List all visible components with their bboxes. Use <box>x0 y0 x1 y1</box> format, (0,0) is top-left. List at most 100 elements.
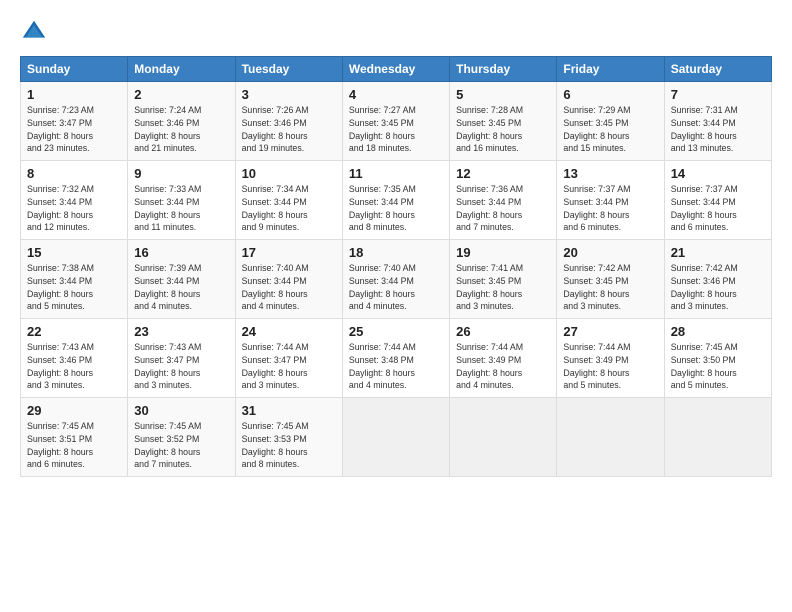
day-number: 2 <box>134 87 228 102</box>
day-info: Sunrise: 7:35 AMSunset: 3:44 PMDaylight:… <box>349 183 443 234</box>
calendar-day-cell: 7 Sunrise: 7:31 AMSunset: 3:44 PMDaylight… <box>664 82 771 161</box>
calendar-day-cell: 19 Sunrise: 7:41 AMSunset: 3:45 PMDayligh… <box>450 240 557 319</box>
day-info: Sunrise: 7:44 AMSunset: 3:48 PMDaylight:… <box>349 341 443 392</box>
day-info: Sunrise: 7:36 AMSunset: 3:44 PMDaylight:… <box>456 183 550 234</box>
day-number: 4 <box>349 87 443 102</box>
day-info: Sunrise: 7:44 AMSunset: 3:47 PMDaylight:… <box>242 341 336 392</box>
day-info: Sunrise: 7:44 AMSunset: 3:49 PMDaylight:… <box>456 341 550 392</box>
day-info: Sunrise: 7:23 AMSunset: 3:47 PMDaylight:… <box>27 104 121 155</box>
day-info: Sunrise: 7:38 AMSunset: 3:44 PMDaylight:… <box>27 262 121 313</box>
calendar-day-cell: 27Sunrise: 7:44 AMSunset: 3:49 PMDayligh… <box>557 319 664 398</box>
calendar-day-cell: 6 Sunrise: 7:29 AMSunset: 3:45 PMDaylight… <box>557 82 664 161</box>
calendar-week-row: 22 Sunrise: 7:43 AMSunset: 3:46 PMDayligh… <box>21 319 772 398</box>
calendar-day-cell <box>557 398 664 477</box>
day-number: 1 <box>27 87 121 102</box>
day-info: Sunrise: 7:45 AMSunset: 3:51 PMDaylight:… <box>27 420 121 471</box>
day-info: Sunrise: 7:33 AMSunset: 3:44 PMDaylight:… <box>134 183 228 234</box>
calendar-week-row: 15 Sunrise: 7:38 AMSunset: 3:44 PMDayligh… <box>21 240 772 319</box>
day-info: Sunrise: 7:43 AMSunset: 3:46 PMDaylight:… <box>27 341 121 392</box>
calendar-day-cell: 18 Sunrise: 7:40 AMSunset: 3:44 PMDayligh… <box>342 240 449 319</box>
weekday-header: Wednesday <box>342 57 449 82</box>
logo-icon <box>20 18 48 46</box>
day-number: 28 <box>671 324 765 339</box>
calendar-day-cell: 26 Sunrise: 7:44 AMSunset: 3:49 PMDayligh… <box>450 319 557 398</box>
day-number: 20 <box>563 245 657 260</box>
day-info: Sunrise: 7:31 AMSunset: 3:44 PMDaylight:… <box>671 104 765 155</box>
calendar-week-row: 29 Sunrise: 7:45 AMSunset: 3:51 PMDayligh… <box>21 398 772 477</box>
calendar-day-cell: 17 Sunrise: 7:40 AMSunset: 3:44 PMDayligh… <box>235 240 342 319</box>
calendar-day-cell: 23Sunrise: 7:43 AMSunset: 3:47 PMDayligh… <box>128 319 235 398</box>
day-number: 15 <box>27 245 121 260</box>
calendar-week-row: 8Sunrise: 7:32 AMSunset: 3:44 PMDaylight… <box>21 161 772 240</box>
day-number: 19 <box>456 245 550 260</box>
day-info: Sunrise: 7:45 AMSunset: 3:53 PMDaylight:… <box>242 420 336 471</box>
day-number: 12 <box>456 166 550 181</box>
day-number: 23 <box>134 324 228 339</box>
calendar-day-cell <box>664 398 771 477</box>
day-info: Sunrise: 7:45 AMSunset: 3:50 PMDaylight:… <box>671 341 765 392</box>
day-info: Sunrise: 7:28 AMSunset: 3:45 PMDaylight:… <box>456 104 550 155</box>
day-number: 13 <box>563 166 657 181</box>
calendar-day-cell: 12 Sunrise: 7:36 AMSunset: 3:44 PMDayligh… <box>450 161 557 240</box>
day-number: 24 <box>242 324 336 339</box>
calendar-day-cell <box>450 398 557 477</box>
day-number: 7 <box>671 87 765 102</box>
day-info: Sunrise: 7:37 AMSunset: 3:44 PMDaylight:… <box>563 183 657 234</box>
day-number: 21 <box>671 245 765 260</box>
calendar-day-cell: 10Sunrise: 7:34 AMSunset: 3:44 PMDayligh… <box>235 161 342 240</box>
day-number: 22 <box>27 324 121 339</box>
calendar-day-cell: 14Sunrise: 7:37 AMSunset: 3:44 PMDayligh… <box>664 161 771 240</box>
day-info: Sunrise: 7:24 AMSunset: 3:46 PMDaylight:… <box>134 104 228 155</box>
day-number: 26 <box>456 324 550 339</box>
day-info: Sunrise: 7:40 AMSunset: 3:44 PMDaylight:… <box>349 262 443 313</box>
day-number: 6 <box>563 87 657 102</box>
day-info: Sunrise: 7:42 AMSunset: 3:45 PMDaylight:… <box>563 262 657 313</box>
calendar-day-cell: 29 Sunrise: 7:45 AMSunset: 3:51 PMDayligh… <box>21 398 128 477</box>
calendar-table: SundayMondayTuesdayWednesdayThursdayFrid… <box>20 56 772 477</box>
weekday-header: Saturday <box>664 57 771 82</box>
calendar-day-cell: 1 Sunrise: 7:23 AMSunset: 3:47 PMDaylight… <box>21 82 128 161</box>
calendar-day-cell: 2 Sunrise: 7:24 AMSunset: 3:46 PMDaylight… <box>128 82 235 161</box>
page-header <box>20 18 772 46</box>
calendar-day-cell: 9 Sunrise: 7:33 AMSunset: 3:44 PMDaylight… <box>128 161 235 240</box>
day-info: Sunrise: 7:42 AMSunset: 3:46 PMDaylight:… <box>671 262 765 313</box>
calendar-header: SundayMondayTuesdayWednesdayThursdayFrid… <box>21 57 772 82</box>
day-number: 17 <box>242 245 336 260</box>
day-number: 27 <box>563 324 657 339</box>
day-info: Sunrise: 7:37 AMSunset: 3:44 PMDaylight:… <box>671 183 765 234</box>
day-info: Sunrise: 7:45 AMSunset: 3:52 PMDaylight:… <box>134 420 228 471</box>
calendar-day-cell: 15 Sunrise: 7:38 AMSunset: 3:44 PMDayligh… <box>21 240 128 319</box>
day-number: 3 <box>242 87 336 102</box>
calendar-day-cell: 11Sunrise: 7:35 AMSunset: 3:44 PMDayligh… <box>342 161 449 240</box>
calendar-day-cell: 31 Sunrise: 7:45 AMSunset: 3:53 PMDayligh… <box>235 398 342 477</box>
calendar-day-cell: 22 Sunrise: 7:43 AMSunset: 3:46 PMDayligh… <box>21 319 128 398</box>
weekday-header: Monday <box>128 57 235 82</box>
calendar-day-cell <box>342 398 449 477</box>
day-number: 31 <box>242 403 336 418</box>
calendar-day-cell: 28 Sunrise: 7:45 AMSunset: 3:50 PMDayligh… <box>664 319 771 398</box>
calendar-day-cell: 21 Sunrise: 7:42 AMSunset: 3:46 PMDayligh… <box>664 240 771 319</box>
calendar-day-cell: 30 Sunrise: 7:45 AMSunset: 3:52 PMDayligh… <box>128 398 235 477</box>
day-info: Sunrise: 7:29 AMSunset: 3:45 PMDaylight:… <box>563 104 657 155</box>
day-number: 30 <box>134 403 228 418</box>
day-info: Sunrise: 7:41 AMSunset: 3:45 PMDaylight:… <box>456 262 550 313</box>
calendar-week-row: 1 Sunrise: 7:23 AMSunset: 3:47 PMDaylight… <box>21 82 772 161</box>
day-number: 9 <box>134 166 228 181</box>
weekday-header: Sunday <box>21 57 128 82</box>
day-number: 29 <box>27 403 121 418</box>
day-info: Sunrise: 7:40 AMSunset: 3:44 PMDaylight:… <box>242 262 336 313</box>
weekday-header: Thursday <box>450 57 557 82</box>
calendar-day-cell: 13 Sunrise: 7:37 AMSunset: 3:44 PMDayligh… <box>557 161 664 240</box>
day-number: 18 <box>349 245 443 260</box>
calendar-day-cell: 16 Sunrise: 7:39 AMSunset: 3:44 PMDayligh… <box>128 240 235 319</box>
calendar-day-cell: 4Sunrise: 7:27 AMSunset: 3:45 PMDaylight… <box>342 82 449 161</box>
logo <box>20 18 52 46</box>
day-number: 8 <box>27 166 121 181</box>
day-info: Sunrise: 7:39 AMSunset: 3:44 PMDaylight:… <box>134 262 228 313</box>
day-number: 16 <box>134 245 228 260</box>
day-info: Sunrise: 7:26 AMSunset: 3:46 PMDaylight:… <box>242 104 336 155</box>
weekday-header: Friday <box>557 57 664 82</box>
calendar-day-cell: 24 Sunrise: 7:44 AMSunset: 3:47 PMDayligh… <box>235 319 342 398</box>
weekday-header: Tuesday <box>235 57 342 82</box>
calendar-day-cell: 25Sunrise: 7:44 AMSunset: 3:48 PMDayligh… <box>342 319 449 398</box>
